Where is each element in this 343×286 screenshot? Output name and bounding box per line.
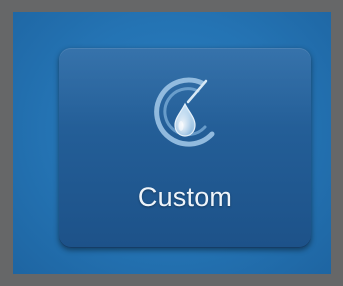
screen: Custom: [13, 12, 331, 274]
device-bezel: Custom: [0, 0, 343, 286]
custom-mode-button[interactable]: Custom: [59, 48, 311, 248]
custom-mode-label: Custom: [137, 182, 233, 212]
custom-droplet-dial-icon: [140, 66, 230, 156]
